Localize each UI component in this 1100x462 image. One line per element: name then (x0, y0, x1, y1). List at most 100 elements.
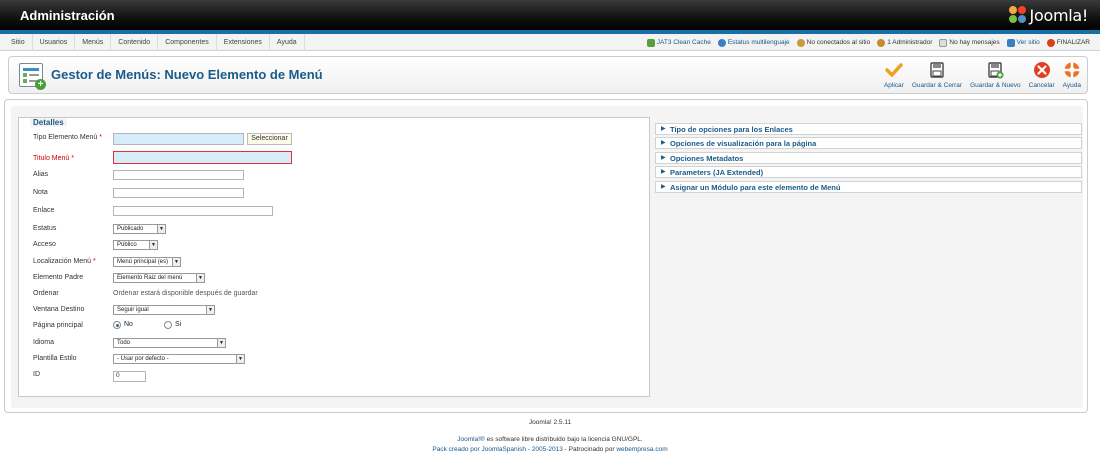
admin-user-icon (877, 38, 886, 47)
triangle-right-icon: ▶ (661, 126, 666, 132)
chevron-down-icon: ▼ (149, 241, 157, 249)
chevron-down-icon: ▼ (206, 306, 214, 314)
accordion-module-assignment[interactable]: ▶ Asignar un Módulo para este elemento d… (655, 181, 1082, 193)
monitor-icon (1006, 38, 1015, 47)
order-label: Ordenar (33, 290, 59, 297)
webempresa-link[interactable]: webempresa.com (616, 446, 667, 453)
apply-button[interactable]: Aplicar (880, 61, 908, 91)
template-style-label: Plantilla Estilo (33, 355, 77, 362)
chevron-down-icon: ▼ (157, 225, 165, 233)
multilang-status-link[interactable]: Estatus multilenguaje (717, 38, 790, 47)
save-new-icon (988, 62, 1004, 79)
clean-cache-link[interactable]: JAT3 Clean Cache (646, 38, 711, 47)
footer-version: Joomla! 2.5.11 (528, 419, 572, 426)
cancel-button[interactable]: Cancelar (1025, 61, 1059, 91)
footer-credits: Pack creado por JoomlaSpanish - 2005-201… (432, 446, 668, 453)
main-menu: Sitio Usuarios Menús Contenido Component… (4, 34, 305, 51)
messages-status[interactable]: No hay mensajes (939, 38, 1000, 47)
menu-menus[interactable]: Menús (75, 34, 112, 51)
joomla-logo-text: Joomla! (1029, 5, 1089, 25)
joomlaspanish-link[interactable]: Pack creado por JoomlaSpanish - 2005-201… (432, 446, 562, 453)
triangle-right-icon: ▶ (661, 184, 666, 190)
help-lifebuoy-icon (1064, 62, 1080, 78)
details-legend: Detalles (30, 118, 67, 127)
menu-componentes[interactable]: Componentes (158, 34, 217, 51)
header-title: Administración (20, 8, 115, 23)
logout-icon (1046, 38, 1055, 47)
language-select[interactable]: Todo ▼ (113, 338, 226, 348)
chevron-down-icon: ▼ (172, 258, 180, 266)
cancel-icon (1033, 62, 1050, 78)
page-title: Gestor de Menús: Nuevo Elemento de Menú (51, 67, 323, 82)
order-info-text: Ordenar estará disponible después de gua… (113, 290, 258, 297)
accordion-metadata-options[interactable]: ▶ Opciones Metadatos (655, 152, 1082, 164)
note-label: Nota (33, 189, 48, 196)
joomla-logo-icon (1008, 6, 1027, 24)
home-page-label: Página principal (33, 322, 83, 329)
footer-license: Joomla!® es software libre distribuido b… (457, 436, 643, 443)
accordion-link-type-options[interactable]: ▶ Tipo de opciones para los Enlaces (655, 123, 1082, 135)
menu-extensiones[interactable]: Extensiones (217, 34, 270, 51)
menu-type-field[interactable] (113, 133, 244, 145)
triangle-right-icon: ▶ (661, 140, 666, 146)
status-bar: JAT3 Clean Cache Estatus multilenguaje N… (646, 34, 1090, 51)
accordion-page-display-options[interactable]: ▶ Opciones de visualización para la pági… (655, 137, 1082, 149)
access-label: Acceso (33, 241, 56, 248)
home-yes-label: Si (175, 321, 182, 328)
globe-icon (717, 38, 726, 47)
status-label: Estatus (33, 225, 57, 232)
toolbar-buttons: Aplicar Guardar & Cerrar Guardar & Nuevo (880, 61, 1085, 91)
admin-menubar: Sitio Usuarios Menús Contenido Component… (0, 34, 1100, 51)
link-input[interactable] (113, 206, 273, 216)
triangle-right-icon: ▶ (661, 169, 666, 175)
message-icon (939, 38, 948, 47)
home-yes-radio[interactable] (164, 321, 172, 329)
target-window-select[interactable]: Seguir igual ▼ (113, 305, 215, 315)
save-icon (930, 62, 944, 78)
help-button[interactable]: Ayuda (1059, 61, 1085, 91)
template-style-select[interactable]: - Usar por defecto - ▼ (113, 354, 245, 364)
language-label: Idioma (33, 339, 55, 346)
select-menu-type-button[interactable]: Seleccionar (247, 133, 292, 145)
menu-location-label: Localización Menú * (33, 258, 96, 265)
menu-manager-icon: + (19, 63, 46, 90)
save-new-button[interactable]: Guardar & Nuevo (966, 61, 1025, 91)
view-site-link[interactable]: Ver sitio (1006, 38, 1040, 47)
id-label: ID (33, 371, 40, 378)
chevron-down-icon: ▼ (217, 339, 225, 347)
cache-icon (646, 38, 655, 47)
save-close-button[interactable]: Guardar & Cerrar (908, 61, 966, 91)
note-input[interactable] (113, 188, 244, 198)
page-toolbar: + Gestor de Menús: Nuevo Elemento de Men… (8, 56, 1088, 94)
home-no-radio[interactable] (113, 321, 121, 329)
parent-label: Elemento Padre (33, 274, 84, 281)
title-label: Titulo Menú * (33, 155, 74, 162)
alias-input[interactable] (113, 170, 244, 180)
menu-usuarios[interactable]: Usuarios (33, 34, 76, 51)
target-window-label: Ventana Destino (33, 306, 85, 313)
alias-label: Alias (33, 171, 49, 178)
menu-type-label: Tipo Elemento Menú * (33, 134, 103, 141)
home-no-label: No (124, 321, 133, 328)
menu-location-select[interactable]: Menú principal (es) ▼ (113, 257, 181, 267)
users-icon (796, 38, 805, 47)
link-label: Enlace (33, 207, 55, 214)
menu-contenido[interactable]: Contenido (111, 34, 159, 51)
status-select[interactable]: Publicado ▼ (113, 224, 166, 234)
joomla-logo[interactable]: Joomla! (1008, 5, 1089, 25)
chevron-down-icon: ▼ (236, 355, 244, 363)
parent-select[interactable]: Elemento Raiz del menú ▼ (113, 273, 205, 283)
joomla-license-link[interactable]: Joomla!® (457, 436, 485, 443)
chevron-down-icon: ▼ (196, 274, 204, 282)
id-field: 0 (113, 371, 146, 382)
site-visitors-status: No conectados al sitio (796, 38, 870, 47)
logout-link[interactable]: FINALIZAR (1046, 38, 1090, 47)
check-icon (885, 63, 903, 77)
menu-ayuda[interactable]: Ayuda (270, 34, 305, 51)
admins-status: 1 Administrador (877, 38, 932, 47)
access-select[interactable]: Público ▼ (113, 240, 158, 250)
triangle-right-icon: ▶ (661, 155, 666, 161)
title-input[interactable] (113, 151, 292, 164)
accordion-ja-extended-parameters[interactable]: ▶ Parameters (JA Extended) (655, 166, 1082, 178)
menu-sitio[interactable]: Sitio (4, 34, 33, 51)
